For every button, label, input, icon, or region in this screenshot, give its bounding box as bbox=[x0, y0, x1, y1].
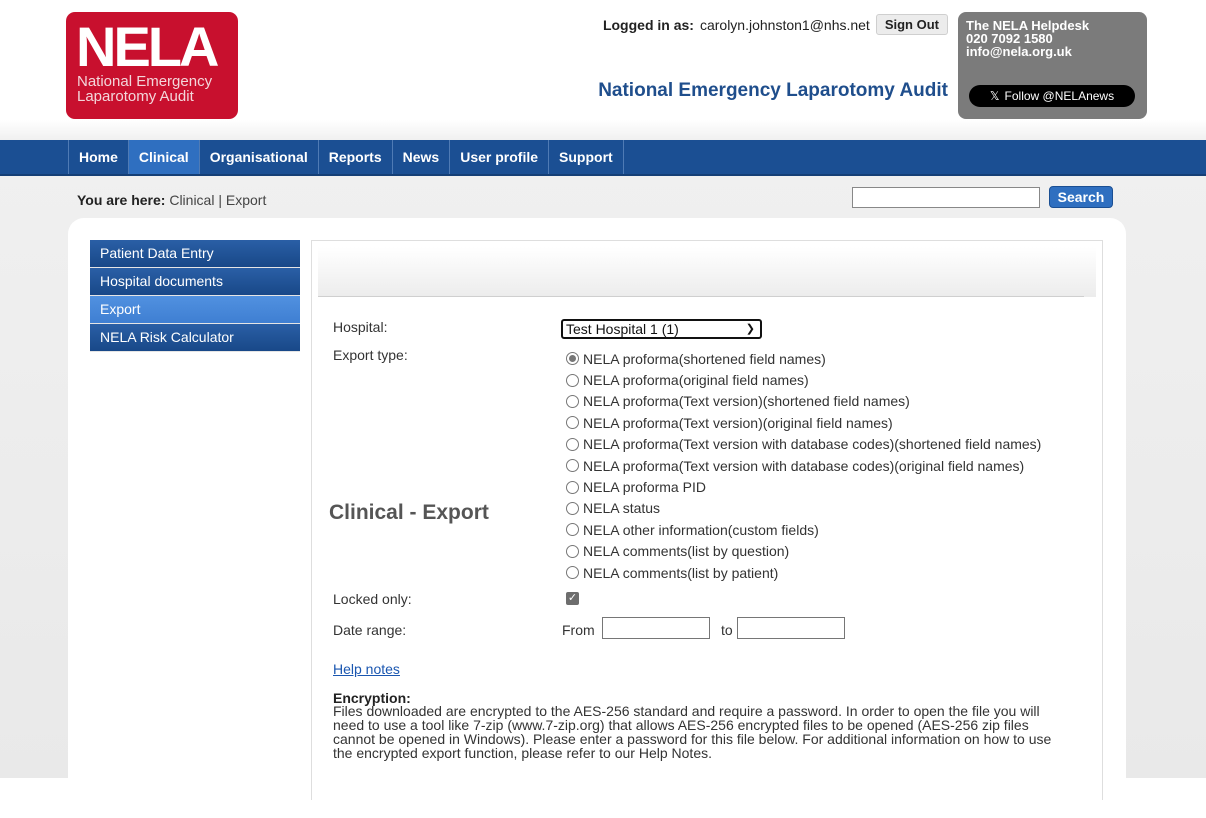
export-type-option[interactable]: NELA proforma(Text version with database… bbox=[566, 434, 1041, 455]
sidebar: Patient Data Entry Hospital documents Ex… bbox=[90, 240, 300, 352]
export-type-option[interactable]: NELA proforma(Text version)(original fie… bbox=[566, 412, 1041, 433]
option-label: NELA comments(list by patient) bbox=[583, 564, 779, 581]
radio[interactable] bbox=[566, 373, 579, 387]
export-type-label: Export type: bbox=[333, 347, 408, 363]
hospital-select[interactable]: Test Hospital 1 (1) ❯ bbox=[561, 319, 762, 339]
logo-wordmark: NELA bbox=[76, 15, 219, 78]
nav-reports[interactable]: Reports bbox=[317, 140, 392, 174]
option-label: NELA proforma(Text version with database… bbox=[583, 436, 1042, 453]
logged-in-label: Logged in as: bbox=[602, 16, 694, 33]
export-type-option[interactable]: NELA status bbox=[566, 498, 1041, 519]
to-label: to bbox=[721, 622, 733, 638]
breadcrumb-label: You are here: bbox=[77, 192, 166, 208]
radio[interactable] bbox=[566, 501, 579, 515]
sidebar-item-risk-calculator[interactable]: NELA Risk Calculator bbox=[90, 324, 300, 352]
logo-line-1: National Emergency bbox=[77, 73, 213, 90]
x-logo-icon: 𝕏 bbox=[989, 88, 1000, 103]
breadcrumb: You are here: Clinical | Export bbox=[77, 192, 266, 208]
date-range-label: Date range: bbox=[333, 622, 407, 638]
radio[interactable] bbox=[566, 544, 579, 558]
checkmark-icon: ✓ bbox=[567, 592, 578, 604]
user-email: carolyn.johnston1@nhs.net bbox=[699, 16, 870, 33]
hospital-label: Hospital: bbox=[333, 319, 388, 335]
date-to-input[interactable] bbox=[737, 617, 845, 639]
option-label: NELA status bbox=[583, 500, 661, 517]
site-title: National Emergency Laparotomy Audit bbox=[598, 80, 948, 101]
export-type-option[interactable]: NELA comments(list by patient) bbox=[566, 562, 1041, 583]
option-label: NELA proforma(original field names) bbox=[583, 372, 809, 389]
option-label: NELA comments(list by question) bbox=[583, 543, 790, 560]
export-type-option[interactable]: NELA proforma(original field names) bbox=[566, 369, 1041, 390]
export-type-option[interactable]: NELA proforma(shortened field names) bbox=[566, 348, 1041, 369]
radio[interactable] bbox=[566, 459, 579, 473]
search-button[interactable]: Search bbox=[1049, 186, 1113, 208]
title-divider bbox=[318, 296, 1084, 297]
export-type-options: NELA proforma(shortened field names) NEL… bbox=[566, 348, 1041, 583]
nav-news[interactable]: News bbox=[391, 140, 450, 174]
export-type-option[interactable]: NELA other information(custom fields) bbox=[566, 519, 1041, 540]
from-label: From bbox=[562, 622, 595, 638]
export-type-option[interactable]: NELA proforma(Text version)(shortened fi… bbox=[566, 391, 1041, 412]
radio[interactable] bbox=[566, 480, 579, 494]
main-nav: Home Clinical Organisational Reports New… bbox=[0, 140, 1206, 176]
breadcrumb-path[interactable]: Clinical | Export bbox=[169, 192, 266, 208]
radio[interactable] bbox=[566, 394, 579, 408]
option-label: NELA other information(custom fields) bbox=[583, 521, 819, 538]
sidebar-item-patient-data-entry[interactable]: Patient Data Entry bbox=[90, 240, 300, 268]
search-input[interactable] bbox=[852, 187, 1040, 208]
hospital-value: Test Hospital 1 (1) bbox=[566, 321, 679, 337]
option-label: NELA proforma(Text version)(shortened fi… bbox=[583, 393, 910, 410]
export-type-option[interactable]: NELA proforma(Text version with database… bbox=[566, 455, 1041, 476]
export-type-option[interactable]: NELA proforma PID bbox=[566, 476, 1041, 497]
option-label: NELA proforma(Text version with database… bbox=[583, 457, 1025, 474]
page-title: Clinical - Export bbox=[329, 501, 489, 524]
sign-out-button[interactable]: Sign Out bbox=[875, 14, 948, 35]
page: NELA National Emergency Laparotomy Audit… bbox=[0, 0, 1206, 818]
locked-only-label: Locked only: bbox=[333, 591, 412, 607]
nav-home[interactable]: Home bbox=[68, 140, 128, 174]
nav-user-profile[interactable]: User profile bbox=[449, 140, 548, 174]
nav-organisational[interactable]: Organisational bbox=[198, 140, 318, 174]
option-label: NELA proforma(Text version)(original fie… bbox=[583, 414, 893, 431]
chevron-down-icon: ❯ bbox=[745, 323, 755, 335]
helpdesk-box: The NELA Helpdesk 020 7092 1580 info@nel… bbox=[958, 12, 1147, 119]
nela-logo[interactable]: NELA National Emergency Laparotomy Audit bbox=[66, 12, 238, 119]
login-status: Logged in as: carolyn.johnston1@nhs.net … bbox=[603, 14, 948, 35]
encryption-text: Files downloaded are encrypted to the AE… bbox=[333, 703, 1052, 761]
logo-subtitle: National Emergency Laparotomy Audit bbox=[77, 74, 212, 104]
help-notes-link[interactable]: Help notes bbox=[333, 661, 400, 677]
radio[interactable] bbox=[566, 566, 579, 580]
follow-button[interactable]: 𝕏 Follow @NELAnews bbox=[969, 85, 1135, 107]
radio[interactable] bbox=[566, 437, 579, 451]
sidebar-item-export[interactable]: Export bbox=[90, 296, 300, 324]
radio[interactable] bbox=[566, 416, 579, 430]
option-label: NELA proforma PID bbox=[583, 479, 706, 496]
header: NELA National Emergency Laparotomy Audit… bbox=[0, 0, 1206, 140]
helpdesk-email[interactable]: info@nela.org.uk bbox=[966, 45, 1139, 58]
sidebar-item-hospital-documents[interactable]: Hospital documents bbox=[90, 268, 300, 296]
date-from-input[interactable] bbox=[602, 617, 710, 639]
nav-clinical[interactable]: Clinical bbox=[127, 140, 199, 174]
option-label: NELA proforma(shortened field names) bbox=[583, 350, 826, 367]
nav-support[interactable]: Support bbox=[548, 140, 624, 174]
export-type-option[interactable]: NELA comments(list by question) bbox=[566, 541, 1041, 562]
title-bar bbox=[318, 247, 1096, 297]
follow-label: Follow @NELAnews bbox=[1004, 88, 1115, 103]
radio-selected[interactable] bbox=[566, 352, 579, 366]
logo-line-2: Laparotomy Audit bbox=[77, 88, 194, 105]
radio[interactable] bbox=[566, 523, 579, 537]
locked-only-checkbox[interactable]: ✓ bbox=[566, 592, 579, 605]
